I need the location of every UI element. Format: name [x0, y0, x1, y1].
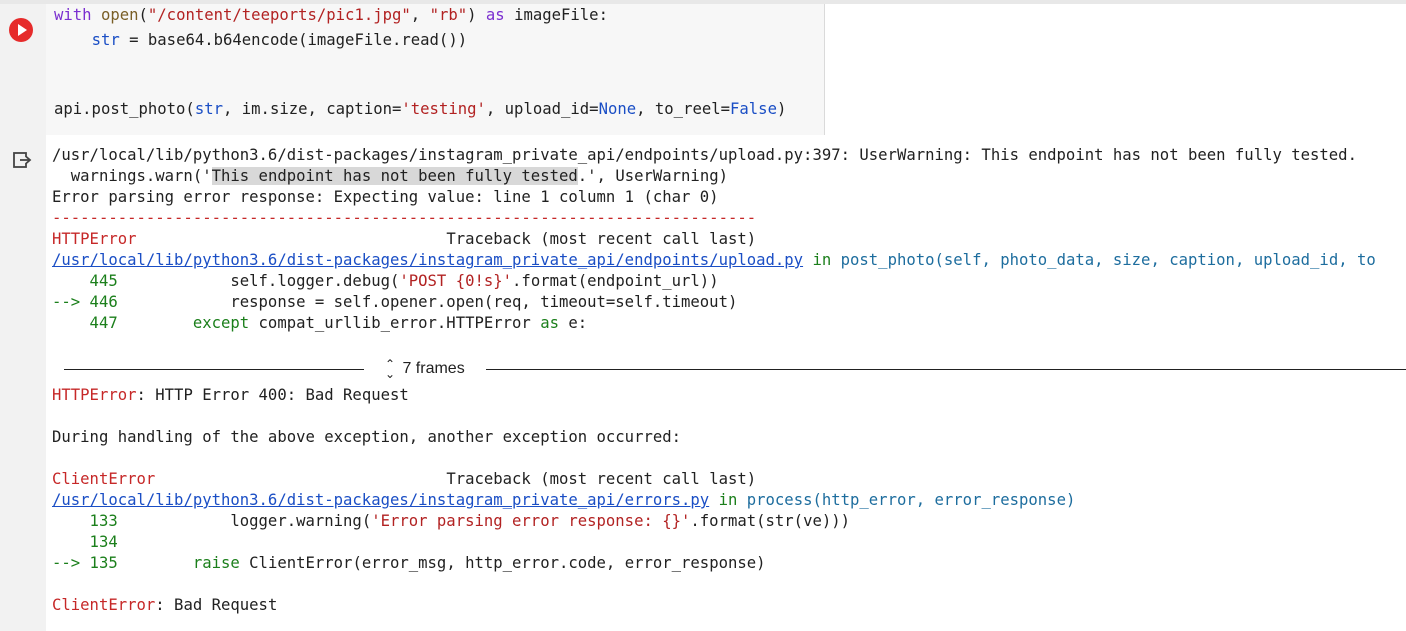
output-redirect-icon[interactable] — [12, 150, 32, 170]
code-text: .', UserWarning) — [577, 167, 728, 185]
code-text: , to_reel= — [636, 100, 731, 118]
paren: ( — [138, 6, 148, 24]
code-text: = base64.b64encode(imageFile.read()) — [119, 31, 468, 49]
code-text: .format(endpoint_url)) — [512, 272, 719, 290]
keyword-with: with — [54, 6, 92, 24]
code-text: compat_urllib_error.HTTPError — [249, 314, 541, 332]
frames-collapse-bar: ⌃ ⌄ 7 frames — [64, 358, 1406, 380]
keyword-raise: raise — [117, 554, 240, 572]
traceback-header-2: ClientError Traceback (most recent call … — [52, 469, 756, 490]
string-literal: 'Error parsing error response: {}' — [371, 512, 691, 530]
code-text: ) — [776, 100, 787, 118]
in-keyword: in — [709, 491, 747, 509]
file-link[interactable]: /usr/local/lib/python3.6/dist-packages/i… — [52, 251, 803, 269]
parse-error-line: Error parsing error response: Expecting … — [52, 188, 719, 206]
client-error-line: ClientError: Bad Request — [52, 595, 277, 616]
code-text: api.post_photo( — [54, 100, 195, 118]
exception-message: : HTTP Error 400: Bad Request — [136, 386, 409, 404]
keyword-as: as — [485, 6, 505, 24]
function-name: process — [746, 491, 813, 509]
code-text: ClientError(error_msg, http_error.code, … — [239, 554, 766, 572]
traceback-file-1: /usr/local/lib/python3.6/dist-packages/i… — [52, 250, 1376, 271]
notebook-cell: with open("/content/teeports/pic1.jpg" , … — [0, 0, 1406, 631]
warning-line: /usr/local/lib/python3.6/dist-packages/i… — [52, 146, 1357, 164]
run-cell-button[interactable] — [9, 18, 33, 42]
code-text: response = self.opener.open(req, timeout… — [117, 293, 738, 311]
code-line-2: str = base64.b64encode(imageFile.read()) — [54, 30, 468, 51]
traceback-file-2: /usr/local/lib/python3.6/dist-packages/i… — [52, 490, 1075, 511]
warning-call-line: warnings.warn('This endpoint has not bee… — [52, 166, 728, 187]
code-line-135: --> 135 raise ClientError(error_msg, htt… — [52, 553, 766, 574]
divider-right — [486, 369, 1406, 370]
code-text: self.logger.debug( — [117, 272, 400, 290]
exception-name: ClientError — [52, 470, 156, 488]
keyword-as: as — [540, 314, 559, 332]
http-error-line: HTTPError: HTTP Error 400: Bad Request — [52, 385, 409, 406]
exception-name: ClientError — [52, 596, 156, 614]
comma: , — [410, 6, 430, 24]
traceback-label: Traceback (most recent call last) — [446, 230, 757, 248]
const-none: None — [598, 100, 637, 118]
code-text: logger.warning( — [117, 512, 372, 530]
code-line-133: 133 logger.warning('Error parsing error … — [52, 511, 850, 532]
code-line-3: api.post_photo(str, im.size, caption='te… — [54, 99, 786, 120]
code-text: warnings.warn(' — [52, 167, 212, 185]
code-line-134: 134 — [52, 532, 118, 553]
exception-message: : Bad Request — [155, 596, 278, 614]
code-text: , im.size, caption= — [223, 100, 402, 118]
divider-left — [64, 369, 364, 370]
exception-name: HTTPError — [52, 230, 137, 248]
builtin-open: open — [100, 6, 139, 24]
var-str: str — [194, 100, 223, 118]
frames-toggle[interactable]: ⌃ ⌄ 7 frames — [382, 358, 465, 380]
in-keyword: in — [803, 251, 841, 269]
string-path: "/content/teeports/pic1.jpg" — [147, 6, 411, 24]
line-number: 447 — [52, 314, 118, 332]
code-line-447: 447 except compat_urllib_error.HTTPError… — [52, 313, 588, 334]
cell-gutter — [0, 0, 46, 631]
code-line-1: with open("/content/teeports/pic1.jpg", … — [54, 5, 608, 26]
code-text: imageFile: — [504, 6, 608, 24]
function-args: (self, photo_data, size, caption, upload… — [934, 251, 1376, 269]
code-text: e: — [558, 314, 588, 332]
file-link[interactable]: /usr/local/lib/python3.6/dist-packages/i… — [52, 491, 709, 509]
during-handling-line: During handling of the above exception, … — [52, 428, 682, 446]
line-number: 133 — [52, 512, 118, 530]
code-text: , upload_id= — [485, 100, 599, 118]
string-mode: "rb" — [429, 6, 468, 24]
frames-label: 7 frames — [402, 360, 465, 377]
highlighted-text: This endpoint has not been fully tested — [211, 167, 578, 185]
function-args: (http_error, error_response) — [812, 491, 1076, 509]
string-caption: 'testing' — [401, 100, 486, 118]
line-number: 445 — [52, 272, 118, 290]
exception-name: HTTPError — [52, 386, 137, 404]
paren: ) — [467, 6, 486, 24]
traceback-label: Traceback (most recent call last) — [446, 470, 757, 488]
separator-dashes: ----------------------------------------… — [52, 209, 757, 227]
line-number-current: --> 446 — [52, 293, 118, 311]
function-name: post_photo — [840, 251, 935, 269]
code-text: .format(str(ve))) — [690, 512, 851, 530]
line-number-current: --> 135 — [52, 554, 118, 572]
line-number: 134 — [52, 533, 118, 551]
traceback-header-1: HTTPError Traceback (most recent call la… — [52, 229, 756, 250]
string-literal: 'POST {0!s}' — [399, 272, 513, 290]
keyword-except: except — [117, 314, 250, 332]
var-str: str — [91, 31, 120, 49]
code-line-446: --> 446 response = self.opener.open(req,… — [52, 292, 737, 313]
const-false: False — [730, 100, 777, 118]
expand-collapse-icon: ⌃ ⌄ — [384, 356, 396, 381]
code-line-445: 445 self.logger.debug('POST {0!s}'.forma… — [52, 271, 719, 292]
